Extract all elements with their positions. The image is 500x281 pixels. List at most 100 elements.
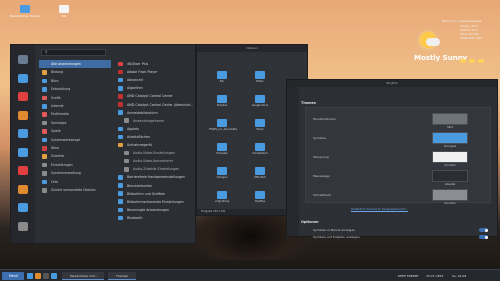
favorite-app-icon[interactable] [18, 166, 28, 175]
option-label: Symbole auf Knöpfen anzeigen [313, 235, 360, 239]
file-manager-item[interactable]: Öffentlich [247, 167, 273, 179]
menu-app-item[interactable]: Benutzerkonten [115, 182, 195, 190]
theme-preview-button[interactable] [432, 113, 468, 125]
desktop-icon-rik[interactable]: Rik [54, 5, 74, 18]
clock[interactable]: 15:21 CEST [426, 272, 443, 280]
theme-preview-button[interactable] [432, 132, 468, 144]
menu-category[interactable]: Zuletzt verwendete Dateien [39, 186, 111, 194]
folder-icon [255, 143, 265, 151]
category-label: Einstellungen [51, 162, 73, 167]
item-label: vidgrabdog [214, 200, 230, 203]
menu-category[interactable]: Zubehör [39, 152, 111, 160]
menu-app-item[interactable]: Anmeldebildschirm [115, 109, 195, 117]
category-label: Entwicklung [51, 87, 71, 92]
menu-app-item[interactable]: Bevorzugte Anwendungen [115, 206, 195, 214]
show-desktop-icon[interactable] [27, 273, 33, 279]
taskbar-task-files[interactable]: Persönlicher Ord... [62, 272, 104, 280]
app-label: Arbeitsflächen [127, 134, 150, 139]
theme-value-label: Arc-Dark [444, 164, 456, 167]
menu-app-item[interactable]: Audio-Video-Einstellungen [115, 149, 195, 157]
menu-category[interactable]: Grafik [39, 94, 111, 102]
folder-icon [217, 119, 227, 127]
menu-app-item[interactable]: Bildschirm und Grafiken [115, 190, 195, 198]
menu-app-item[interactable]: Adobe Flash Player [115, 68, 195, 76]
favorite-app-icon[interactable] [18, 55, 28, 64]
menu-category[interactable]: Internet [39, 102, 111, 110]
app-label: Benutzerkonten [127, 183, 153, 188]
menu-category[interactable]: Systemverwaltung [39, 169, 111, 177]
favorite-app-icon[interactable] [18, 147, 28, 157]
file-manager-item[interactable]: Musik [247, 119, 273, 131]
app-icon [118, 215, 123, 221]
item-label: FWWS_Loc_Abschnitte [209, 128, 238, 131]
app-icon [118, 77, 123, 83]
favorite-app-icon[interactable] [18, 203, 28, 212]
taskbar-task-themes[interactable]: Themes [108, 272, 136, 280]
menu-category[interactable]: Systemwerkzeuge [39, 136, 111, 144]
menu-category[interactable]: Spiele [39, 127, 111, 135]
favorite-app-icon[interactable] [18, 184, 28, 194]
menu-app-item[interactable]: Algorithm [115, 84, 195, 92]
menu-app-item[interactable]: Barrierefreie Hardwareeinstellungen [115, 173, 195, 181]
menu-category[interactable]: Entwicklung [39, 85, 111, 93]
menu-category[interactable]: Einstellungen [39, 161, 111, 169]
file-manager-item[interactable]: FWWS_Loc_Abschnitte [209, 119, 238, 131]
menu-app-item[interactable]: Applets [115, 125, 195, 133]
menu-category[interactable]: Büro [39, 77, 111, 85]
menu-app-item[interactable]: Anwendungstheme [115, 117, 195, 125]
menu-app-item[interactable]: AMD Catalyst Control Center (Administr..… [115, 101, 195, 109]
theme-preview-button[interactable] [432, 151, 468, 163]
file-manager-item[interactable]: Bin [209, 71, 235, 83]
menu-app-item[interactable]: Advanced [115, 76, 195, 84]
menu-category[interactable]: Bildung [39, 68, 111, 76]
favorite-app-icon[interactable] [18, 129, 28, 138]
theme-preview-button[interactable] [432, 170, 468, 182]
menu-category[interactable]: Orte [39, 178, 111, 186]
file-manager-item[interactable]: vidgrabdog [209, 191, 235, 203]
favorite-app-icon[interactable] [18, 92, 28, 101]
file-manager-item[interactable]: Schreibtisch [247, 143, 273, 155]
file-manager-item[interactable]: Google Drive [247, 95, 273, 107]
menu-app-item[interactable]: 4K/Stoer Plus [115, 60, 195, 68]
desktop-icon-home[interactable]: Persönlicher Ordner [10, 5, 40, 18]
terminal-icon[interactable] [43, 273, 49, 279]
date[interactable]: Sa, 18.08 [452, 272, 466, 280]
menu-app-item[interactable]: Audio-Zubehör-Einstellungen [115, 165, 195, 173]
file-manager-item[interactable]: Bilder [247, 71, 273, 83]
menu-app-item[interactable]: Aufnahmegerät [115, 141, 195, 149]
category-icon [42, 146, 47, 151]
menu-app-item[interactable]: Arbeitsflächen [115, 133, 195, 141]
favorite-app-icon[interactable] [18, 221, 28, 231]
menu-button[interactable]: Menü [2, 272, 24, 280]
folder-icon [217, 95, 227, 103]
favorite-app-icon[interactable] [18, 110, 28, 120]
menu-app-item[interactable]: AMD Catalyst Control Center [115, 92, 195, 100]
app-label: Aufnahmegerät [127, 143, 152, 147]
menu-category[interactable]: Wine [39, 144, 111, 152]
menu-app-item[interactable]: Bildschirmschonende Einstellungen [115, 198, 195, 206]
file-manager-item[interactable]: Podcasts [209, 143, 235, 155]
category-label: Zuletzt verwendete Dateien [51, 188, 96, 192]
app-icon [118, 191, 123, 196]
menu-category[interactable]: Sonstiges [39, 119, 111, 127]
category-icon [42, 112, 47, 117]
menu-app-item[interactable]: Bluetooth [115, 214, 195, 222]
app-icon [124, 167, 129, 172]
option-toggle[interactable] [479, 235, 488, 239]
forecast-icon [469, 59, 475, 63]
menu-category[interactable]: Multimedia [39, 110, 111, 118]
menu-app-item[interactable]: Audio-Video-Konvertierer [115, 157, 195, 165]
option-toggle[interactable] [479, 228, 488, 232]
folder-icon [20, 5, 30, 13]
theme-row-label: Fensterrahmen [313, 117, 336, 121]
file-manager-item[interactable]: Vorlagen [209, 167, 235, 179]
file-manager-item[interactable]: Dropbox [209, 95, 235, 107]
more-themes-link[interactable]: Zusätzliche Themes im Designspeicherort.… [351, 208, 408, 211]
menu-category[interactable]: Alle Anwendungen [39, 60, 111, 69]
files-icon[interactable] [51, 273, 57, 279]
firefox-icon[interactable] [35, 273, 41, 279]
menu-search-input[interactable]: ⚲ [41, 49, 106, 56]
favorite-app-icon[interactable] [18, 73, 28, 83]
theme-preview-button[interactable] [432, 189, 468, 201]
file-manager-item[interactable]: tmpfiles [247, 191, 273, 203]
